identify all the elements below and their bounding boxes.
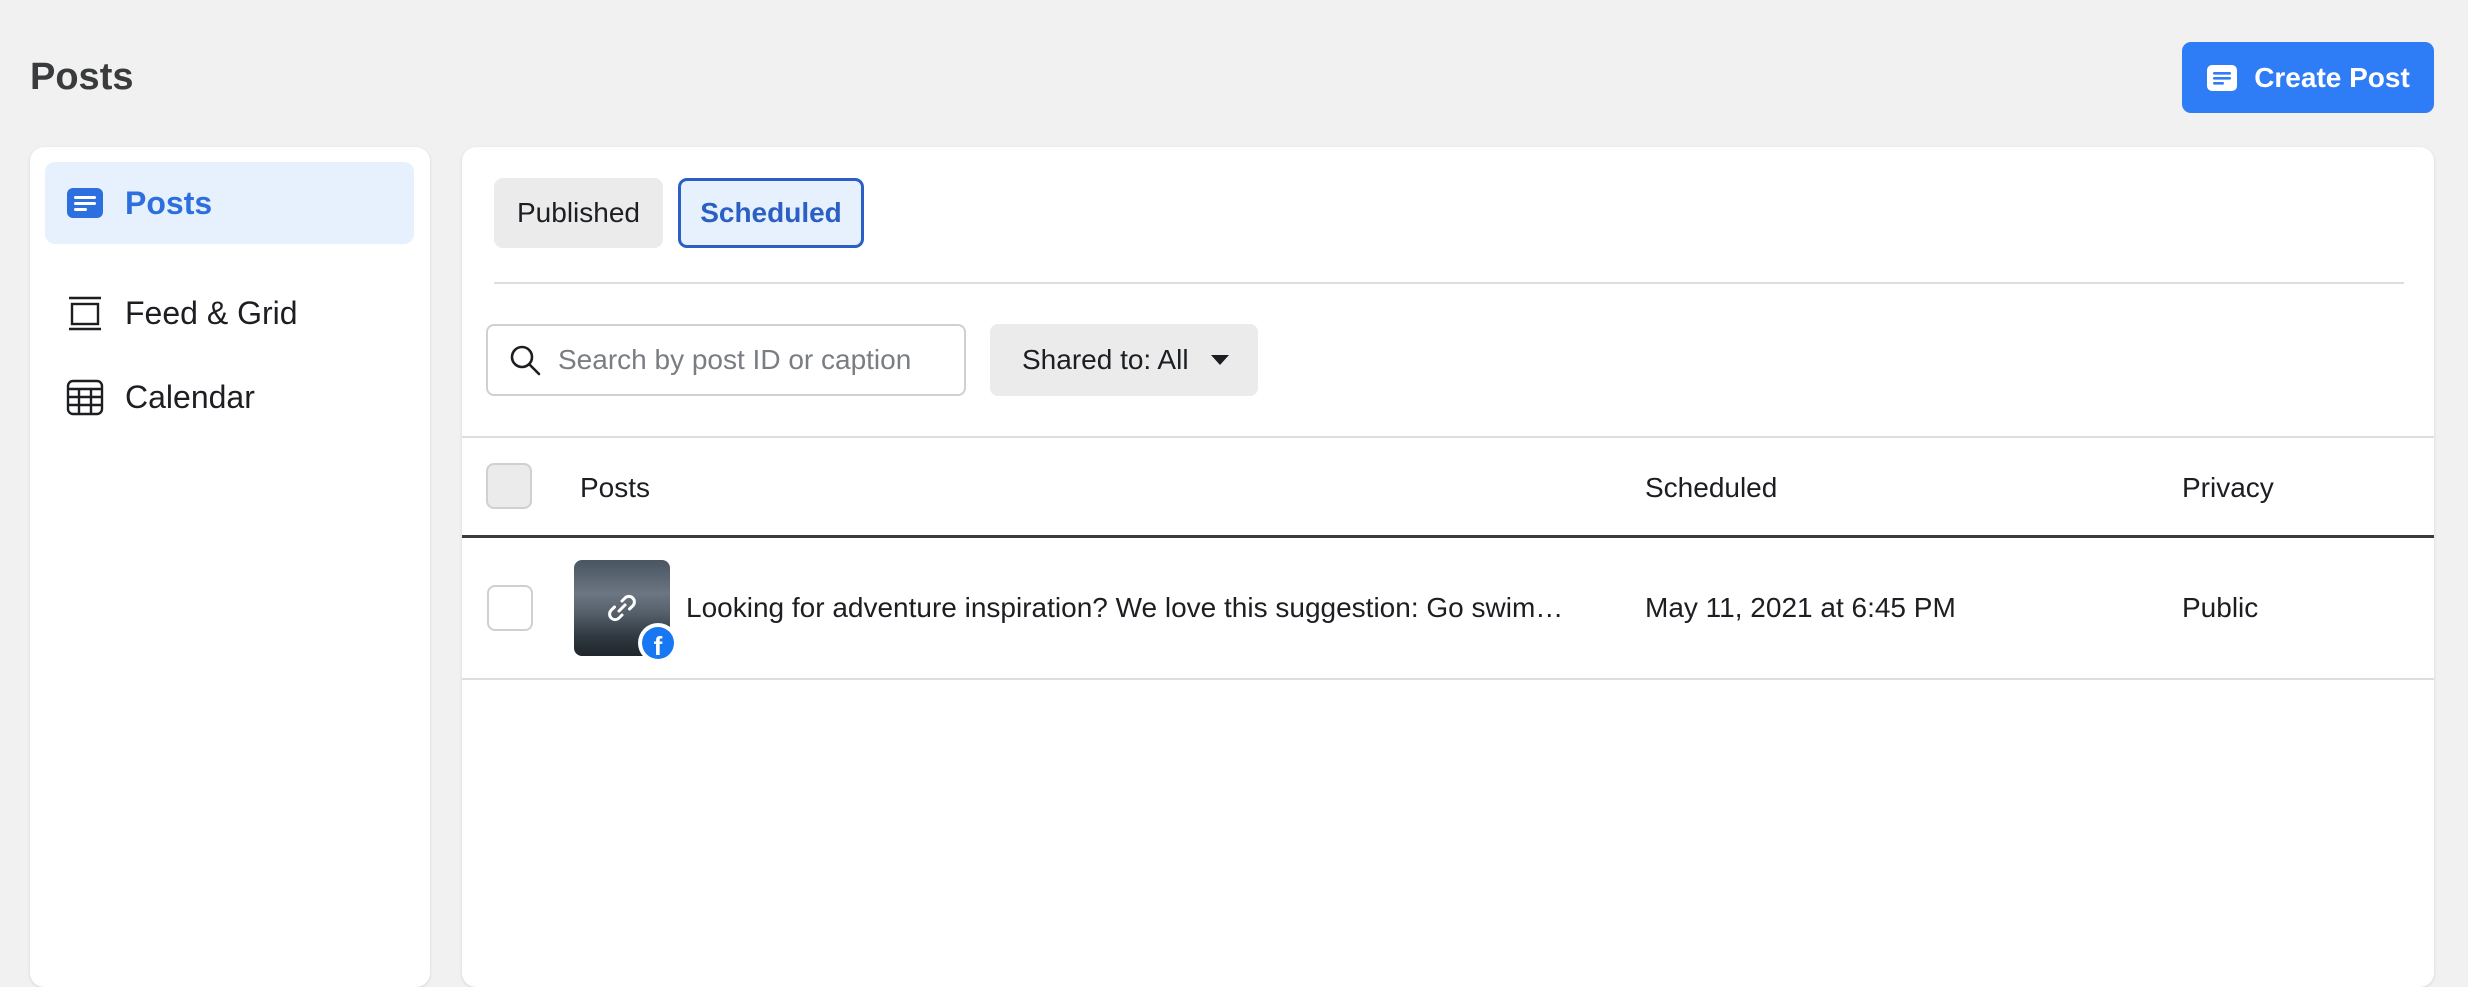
shared-to-filter[interactable]: Shared to: All <box>990 324 1258 396</box>
posts-panel: Published Scheduled Shared to: All Posts… <box>462 147 2434 987</box>
post-thumbnail[interactable]: f <box>574 560 678 663</box>
page-title: Posts <box>30 56 134 98</box>
sidebar-item-posts[interactable]: Posts <box>45 162 414 244</box>
sidebar-item-label: Posts <box>125 184 213 221</box>
link-icon <box>608 594 636 622</box>
search-box[interactable] <box>486 324 966 396</box>
search-icon <box>510 345 541 376</box>
tab-scheduled[interactable]: Scheduled <box>678 178 864 248</box>
privacy-value: Public <box>2182 592 2259 623</box>
tab-published[interactable]: Published <box>494 178 663 248</box>
create-post-button[interactable]: Create Post <box>2182 42 2434 113</box>
scheduled-time: May 11, 2021 at 6:45 PM <box>1645 592 1956 623</box>
column-header-posts[interactable]: Posts <box>580 472 650 504</box>
column-header-privacy[interactable]: Privacy <box>2182 472 2274 504</box>
post-caption[interactable]: Looking for adventure inspiration? We lo… <box>686 592 1582 624</box>
posts-icon <box>65 183 105 223</box>
column-header-scheduled[interactable]: Scheduled <box>1645 472 1777 504</box>
sidebar-item-label: Feed & Grid <box>125 294 298 331</box>
page-header: Posts Create Post <box>0 0 2468 150</box>
sidebar-item-feed-grid[interactable]: Feed & Grid <box>45 272 414 354</box>
filter-label: Shared to: All <box>1022 344 1189 375</box>
sidebar-item-label: Calendar <box>125 378 255 415</box>
facebook-badge: f <box>638 623 678 663</box>
sidebar: Posts Feed & Grid Calendar <box>30 147 430 987</box>
table-header: Posts Scheduled Privacy <box>462 438 2434 535</box>
row-divider <box>462 678 2434 680</box>
feed-grid-icon <box>65 293 105 333</box>
select-all-checkbox[interactable] <box>486 463 532 509</box>
post-icon <box>2207 64 2238 91</box>
row-checkbox[interactable] <box>487 585 533 631</box>
create-post-label: Create Post <box>2254 61 2410 93</box>
tab-divider <box>494 282 2404 284</box>
sidebar-item-calendar[interactable]: Calendar <box>45 356 414 438</box>
search-input[interactable] <box>558 344 948 376</box>
table-row[interactable]: f Looking for adventure inspiration? We … <box>462 538 2434 678</box>
calendar-icon <box>65 377 105 417</box>
facebook-icon: f <box>642 627 674 659</box>
caret-down-icon <box>1210 355 1229 365</box>
